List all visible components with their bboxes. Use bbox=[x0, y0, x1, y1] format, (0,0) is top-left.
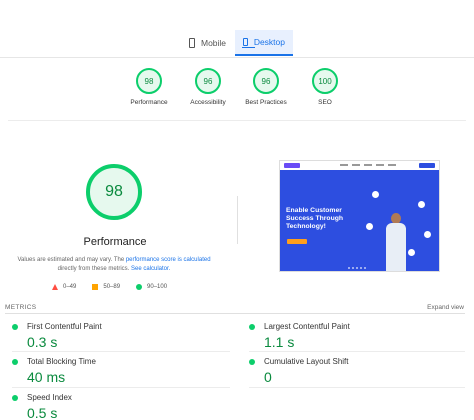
screenshot-cta bbox=[419, 163, 435, 168]
metric-tbt: Total Blocking Time 40 ms bbox=[12, 357, 212, 385]
expand-view-link[interactable]: Expand view bbox=[427, 304, 464, 311]
metric-fcp-value: 0.3 s bbox=[27, 334, 58, 350]
gauge-performance-label: Performance bbox=[130, 99, 168, 106]
gauge-best-practices-label: Best Practices bbox=[245, 99, 287, 106]
pass-dot-icon bbox=[12, 394, 18, 401]
pass-dot-icon bbox=[249, 323, 255, 330]
screenshot-logo bbox=[284, 163, 300, 168]
triangle-icon bbox=[52, 284, 58, 290]
person-torso bbox=[386, 223, 406, 271]
gauge-seo-score: 100 bbox=[312, 68, 338, 94]
screenshot-bubble bbox=[372, 191, 379, 198]
gauge-best-practices[interactable]: 96 Best Practices bbox=[236, 68, 296, 106]
metric-si: Speed Index 0.5 s bbox=[12, 393, 212, 420]
screenshot-navlink bbox=[376, 164, 384, 166]
metric-cls-label: Cumulative Layout Shift bbox=[264, 357, 349, 366]
screenshot-navlink bbox=[388, 164, 396, 166]
screenshot-headline: Enable Customer Success Through Technolo… bbox=[286, 207, 344, 230]
screenshot-carousel-dots bbox=[348, 267, 366, 269]
circle-icon bbox=[136, 284, 143, 290]
final-screenshot[interactable]: Enable Customer Success Through Technolo… bbox=[279, 160, 440, 272]
legend-fail-range: 0–49 bbox=[63, 284, 77, 290]
screenshot-bubble bbox=[366, 223, 373, 230]
screenshot-button bbox=[287, 239, 307, 244]
pass-dot-icon bbox=[249, 358, 255, 365]
screenshot-person bbox=[385, 213, 407, 271]
section-divider bbox=[8, 120, 466, 121]
legend-item-pass: 90–100 bbox=[136, 284, 167, 290]
metrics-divider bbox=[5, 313, 465, 314]
phone-icon bbox=[189, 38, 195, 48]
metric-lcp: Largest Contentful Paint 1.1 s bbox=[249, 322, 449, 350]
gauge-performance-score: 98 bbox=[136, 68, 162, 94]
gauge-seo-label: SEO bbox=[318, 99, 332, 106]
tab-desktop[interactable]: Desktop bbox=[235, 30, 293, 56]
screenshot-bubble bbox=[418, 201, 425, 208]
metric-row-divider bbox=[249, 351, 465, 352]
metric-row-divider bbox=[249, 387, 465, 388]
gauge-accessibility-score: 96 bbox=[195, 68, 221, 94]
legend-average-range: 50–89 bbox=[103, 284, 121, 290]
metric-tbt-value: 40 ms bbox=[27, 369, 66, 385]
pass-dot-icon bbox=[12, 358, 18, 365]
legend-item-fail: 0–49 bbox=[52, 284, 76, 290]
performance-note: Values are estimated and may vary. The p… bbox=[14, 256, 214, 274]
device-tabbar: Mobile Desktop bbox=[0, 0, 474, 58]
metric-row-divider bbox=[12, 387, 230, 388]
metrics-heading: METRICS bbox=[5, 304, 37, 311]
metric-si-value: 0.5 s bbox=[27, 405, 58, 420]
metric-fcp: First Contentful Paint 0.3 s bbox=[12, 322, 212, 350]
square-icon bbox=[92, 284, 99, 290]
screenshot-bubble bbox=[424, 231, 431, 238]
screenshot-navlink bbox=[352, 164, 360, 166]
note-prefix: Values are estimated and may vary. The bbox=[17, 257, 126, 263]
performance-gauge: 98 bbox=[86, 164, 142, 220]
screenshot-navlink bbox=[364, 164, 372, 166]
tab-mobile[interactable]: Mobile bbox=[181, 30, 235, 56]
legend-item-average: 50–89 bbox=[92, 284, 120, 290]
gauge-seo[interactable]: 100 SEO bbox=[295, 68, 355, 106]
tab-mobile-label: Mobile bbox=[201, 38, 227, 48]
metric-tbt-label: Total Blocking Time bbox=[27, 357, 96, 366]
metric-cls: Cumulative Layout Shift 0 bbox=[249, 357, 449, 385]
score-summary: 98 Performance 96 Accessibility 96 Best … bbox=[0, 58, 474, 120]
metric-lcp-label: Largest Contentful Paint bbox=[264, 322, 350, 331]
score-legend: 0–49 50–89 90–100 bbox=[52, 284, 167, 290]
pass-dot-icon bbox=[12, 323, 18, 330]
metric-lcp-value: 1.1 s bbox=[264, 334, 295, 350]
vertical-divider bbox=[237, 196, 238, 244]
see-calculator-link[interactable]: See calculator. bbox=[131, 266, 170, 272]
metric-row-divider bbox=[12, 351, 230, 352]
tab-desktop-label: Desktop bbox=[253, 37, 285, 47]
metric-fcp-label: First Contentful Paint bbox=[27, 322, 102, 331]
legend-pass-range: 90–100 bbox=[147, 284, 168, 290]
screenshot-bubble bbox=[408, 249, 415, 256]
score-calculated-link[interactable]: performance score is calculated bbox=[126, 257, 211, 263]
screenshot-navlink bbox=[340, 164, 348, 166]
gauge-best-practices-score: 96 bbox=[253, 68, 279, 94]
note-middle: directly from these metrics. bbox=[57, 266, 131, 272]
gauge-accessibility[interactable]: 96 Accessibility bbox=[178, 68, 238, 106]
gauge-accessibility-label: Accessibility bbox=[190, 99, 226, 106]
monitor-icon bbox=[242, 38, 255, 48]
metric-si-label: Speed Index bbox=[27, 393, 72, 402]
screenshot-navbar bbox=[280, 161, 439, 170]
metric-cls-value: 0 bbox=[264, 369, 272, 385]
performance-title: Performance bbox=[83, 236, 147, 248]
gauge-performance[interactable]: 98 Performance bbox=[119, 68, 179, 106]
